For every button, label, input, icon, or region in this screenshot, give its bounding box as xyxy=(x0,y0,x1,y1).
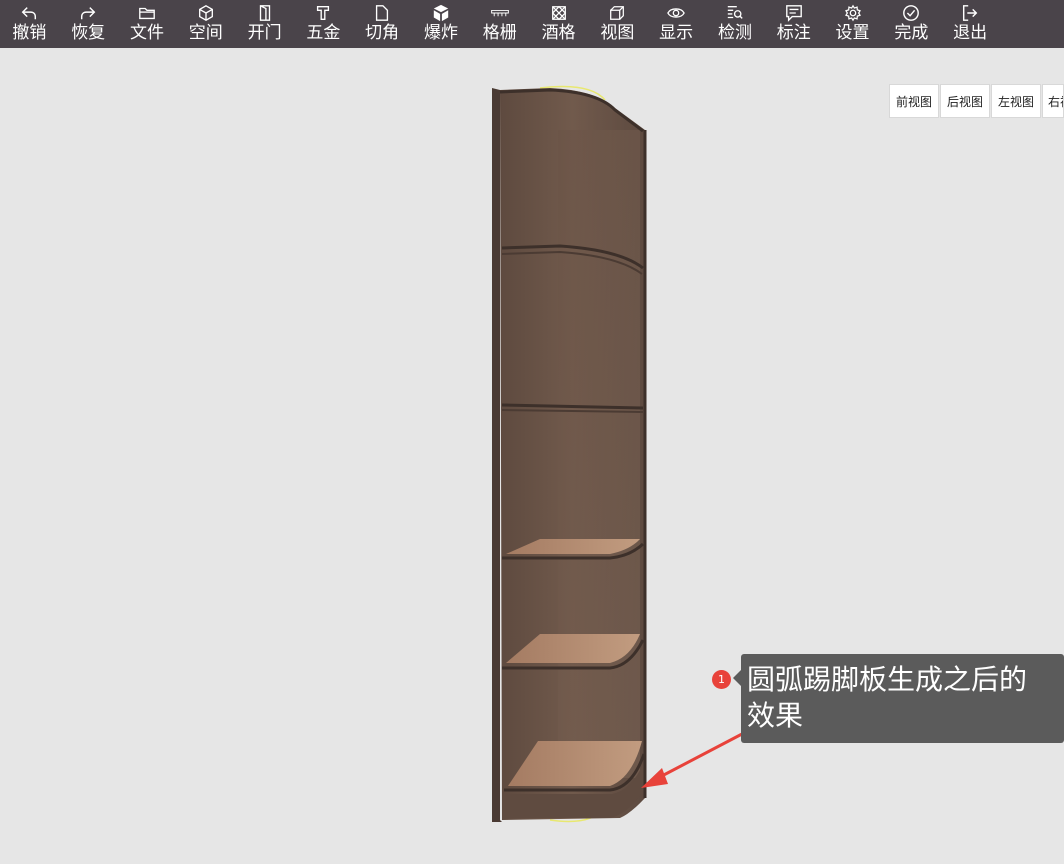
check-circle-icon xyxy=(902,2,920,24)
hardware-icon xyxy=(314,2,332,24)
settings-label: 设置 xyxy=(835,23,870,43)
inspect-button[interactable]: 检测 xyxy=(706,0,765,48)
grille-icon xyxy=(490,2,509,24)
callout-tail xyxy=(733,670,741,686)
hardware-button[interactable]: 五金 xyxy=(294,0,353,48)
space-button[interactable]: 空间 xyxy=(176,0,235,48)
exit-label: 退出 xyxy=(953,23,988,43)
door-icon xyxy=(256,2,274,24)
open-door-label: 开门 xyxy=(247,23,282,43)
callout-number-badge: 1 xyxy=(712,670,731,689)
open-door-button[interactable]: 开门 xyxy=(235,0,294,48)
display-label: 显示 xyxy=(659,23,694,43)
settings-button[interactable]: 设置 xyxy=(823,0,882,48)
file-button[interactable]: 文件 xyxy=(118,0,177,48)
back-panel xyxy=(558,130,640,778)
complete-label: 完成 xyxy=(894,23,929,43)
back-view-button[interactable]: 后视图 xyxy=(940,84,990,118)
undo-label: 撤销 xyxy=(12,23,47,43)
wine-rack-icon xyxy=(550,2,568,24)
corner-shelf-cabinet-model[interactable] xyxy=(480,78,660,828)
redo-label: 恢复 xyxy=(71,23,106,43)
wine-rack-label: 酒格 xyxy=(541,23,576,43)
explode-icon xyxy=(432,2,450,24)
inspect-icon xyxy=(726,2,744,24)
redo-icon xyxy=(79,2,97,24)
grille-label: 格栅 xyxy=(482,23,517,43)
space-label: 空间 xyxy=(188,23,223,43)
view-cube-icon xyxy=(608,2,626,24)
undo-icon xyxy=(20,2,38,24)
display-button[interactable]: 显示 xyxy=(647,0,706,48)
redo-button[interactable]: 恢复 xyxy=(59,0,118,48)
top-toolbar: 撤销 恢复 文件 空间 开门 五金 切角 爆炸 格栅 酒格 视图 显示 检测 标… xyxy=(0,0,1064,48)
explode-button[interactable]: 爆炸 xyxy=(412,0,471,48)
annotation-callout: 圆弧踢脚板生成之后的 效果 xyxy=(741,654,1064,743)
annotation-button[interactable]: 标注 xyxy=(764,0,823,48)
complete-button[interactable]: 完成 xyxy=(882,0,941,48)
inspect-label: 检测 xyxy=(717,23,752,43)
exit-button[interactable]: 退出 xyxy=(941,0,1000,48)
corner-cut-icon xyxy=(373,2,391,24)
cube-icon xyxy=(197,2,215,24)
undo-button[interactable]: 撤销 xyxy=(0,0,59,48)
callout-text-line1: 圆弧踢脚板生成之后的 xyxy=(747,663,1028,696)
annotation-label: 标注 xyxy=(776,23,811,43)
eye-icon xyxy=(667,2,686,24)
corner-cut-label: 切角 xyxy=(365,23,400,43)
gear-icon xyxy=(844,2,862,24)
view-button[interactable]: 视图 xyxy=(588,0,647,48)
view-switcher: 前视图 后视图 左视图 右视 xyxy=(889,84,1064,118)
file-label: 文件 xyxy=(129,23,164,43)
right-view-button[interactable]: 右视 xyxy=(1042,84,1064,118)
annotation-icon xyxy=(785,2,803,24)
explode-label: 爆炸 xyxy=(423,23,458,43)
wine-rack-button[interactable]: 酒格 xyxy=(529,0,588,48)
view-label: 视图 xyxy=(600,23,635,43)
exit-icon xyxy=(961,2,979,24)
corner-cut-button[interactable]: 切角 xyxy=(353,0,412,48)
grille-button[interactable]: 格栅 xyxy=(470,0,529,48)
left-view-button[interactable]: 左视图 xyxy=(991,84,1041,118)
hardware-label: 五金 xyxy=(306,23,341,43)
callout-text-line2: 效果 xyxy=(747,699,804,732)
front-view-button[interactable]: 前视图 xyxy=(889,84,939,118)
folder-icon xyxy=(138,2,156,24)
